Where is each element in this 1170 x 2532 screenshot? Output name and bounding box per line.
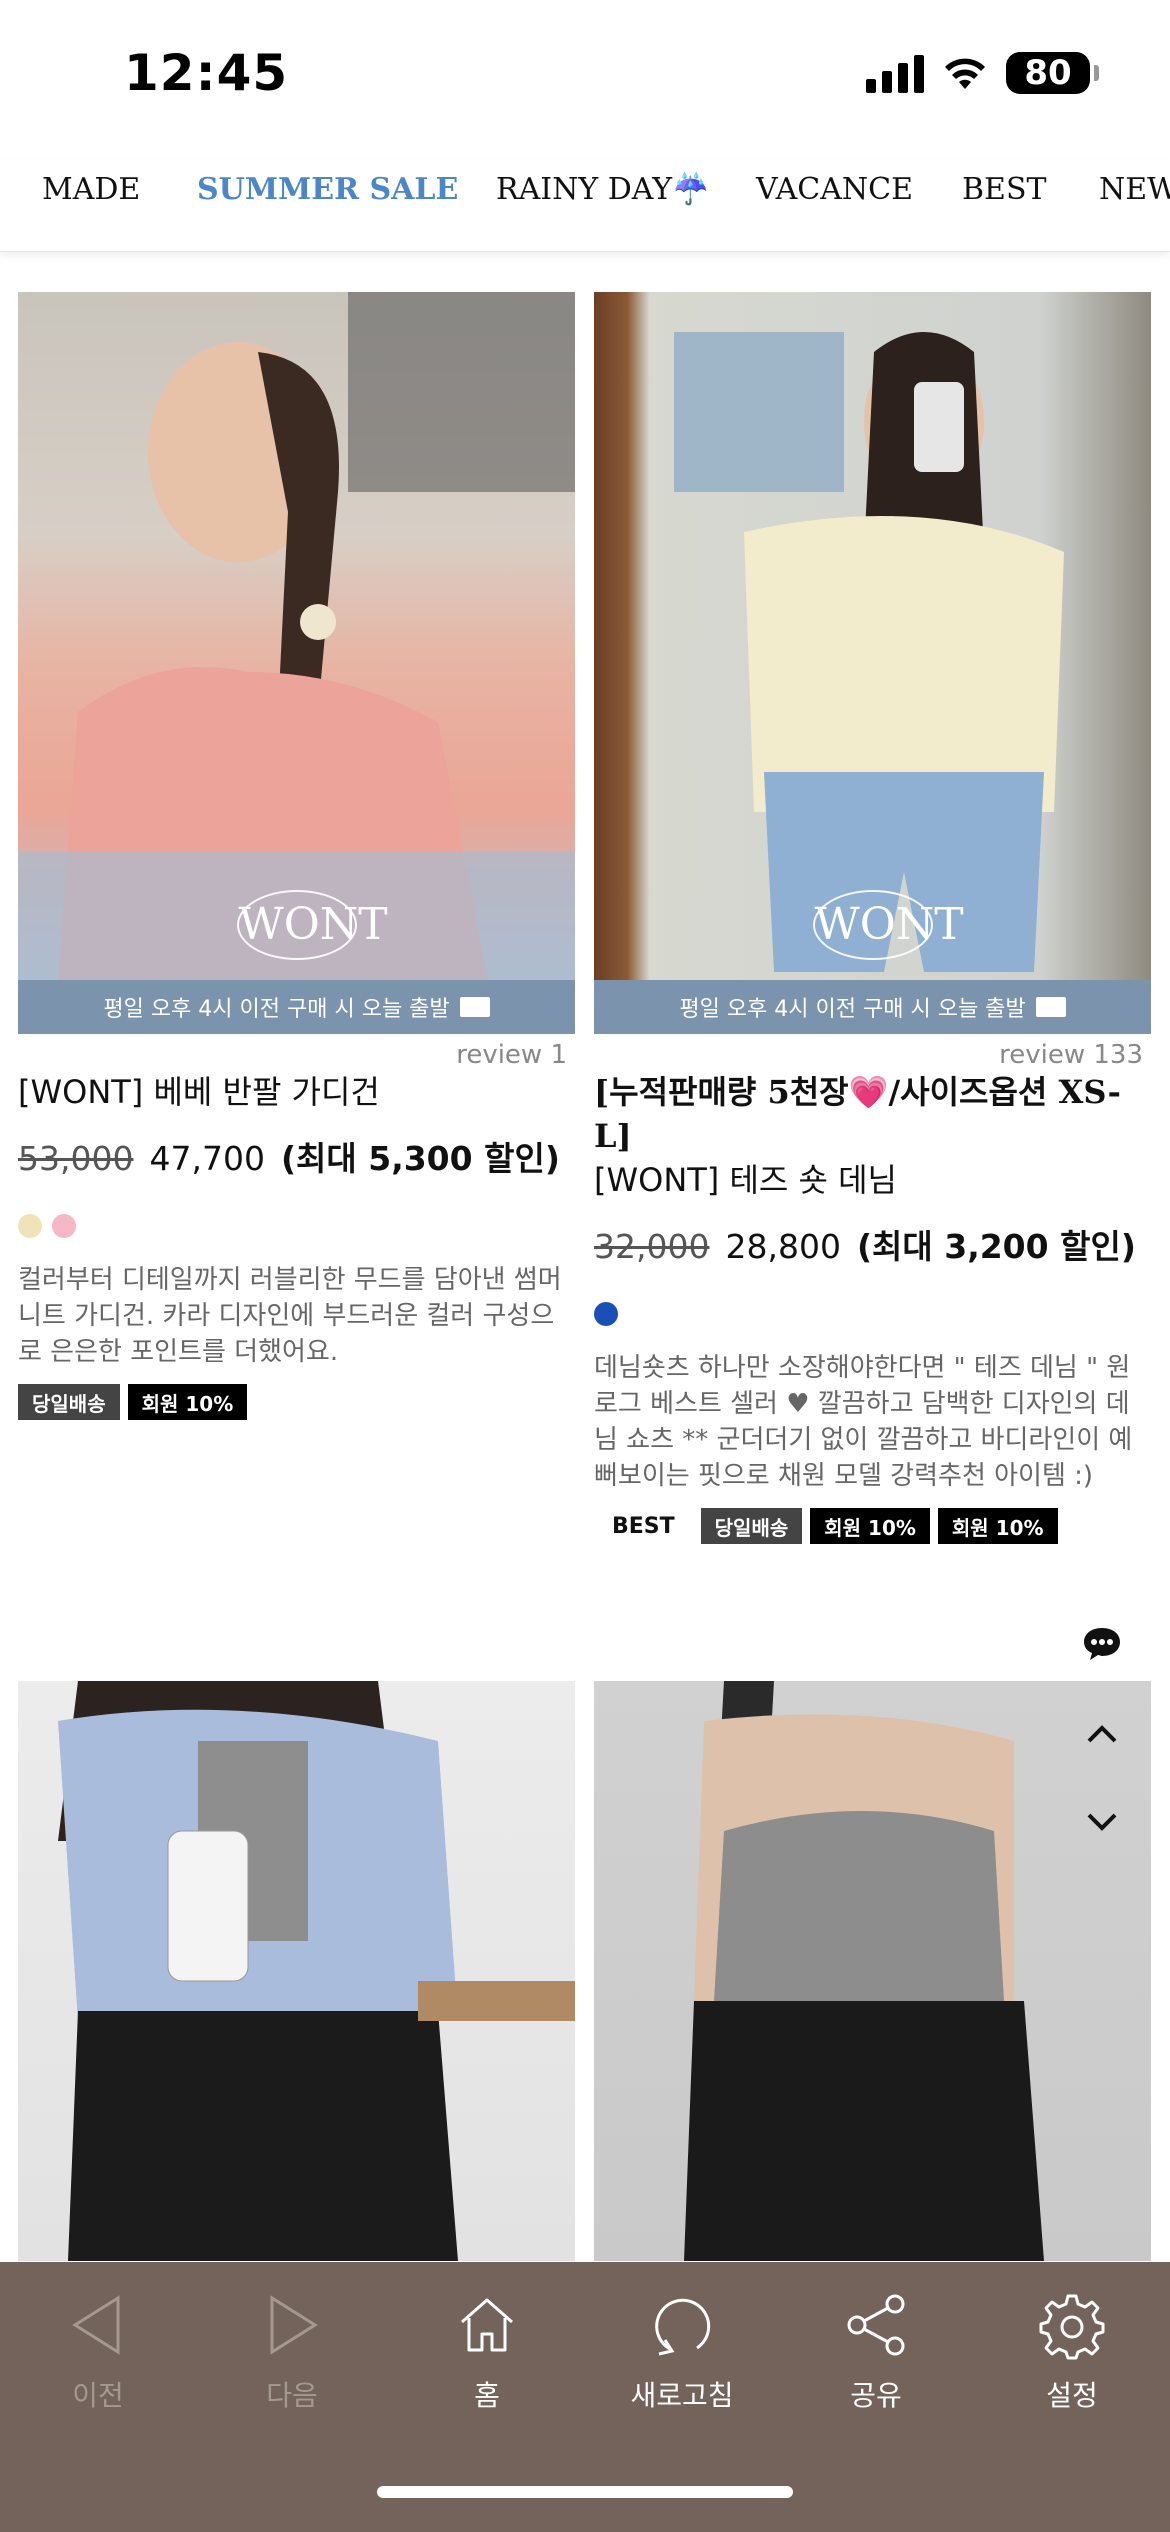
badge-member: 회원 10%: [127, 1384, 248, 1420]
status-bar: 12:45 80: [0, 0, 1170, 150]
badge-best: BEST: [594, 1508, 693, 1544]
price-row: 53,000 47,700 (최대 5,300 할인): [18, 1132, 575, 1180]
truck-icon: [459, 997, 490, 1017]
badge-row: 당일배송 회원 10%: [18, 1384, 575, 1420]
refresh-icon: [655, 2298, 711, 2356]
original-price: 53,000: [18, 1139, 134, 1178]
nav-item-vacance[interactable]: VACANCE: [756, 172, 913, 207]
back-triangle-icon: [72, 2295, 120, 2355]
model-photo-illustration: [684, 1681, 1044, 2261]
nav-item-rainy-day-label: RAINY DAY: [496, 172, 673, 207]
forward-label: 다음: [266, 2379, 318, 2412]
shipping-banner: 평일 오후 4시 이전 구매 시 오늘 출발: [18, 980, 575, 1034]
color-swatch: [594, 1302, 618, 1326]
nav-item-best[interactable]: BEST: [962, 172, 1047, 207]
product-title[interactable]: [WONT] 베베 반팔 가디건: [18, 1070, 575, 1114]
product-title[interactable]: [WONT] 테즈 숏 데님: [594, 1158, 1151, 1202]
product-image[interactable]: [594, 1681, 1151, 2261]
badge-same-day: 당일배송: [18, 1384, 120, 1420]
category-nav[interactable]: MADE SUMMER SALE RAINY DAY☔ VACANCE BEST…: [0, 160, 1170, 252]
discount-text: (최대 3,200 할인): [856, 1227, 1136, 1266]
gear-icon: [1039, 2294, 1105, 2360]
chat-icon[interactable]: [1080, 1622, 1124, 1666]
settings-button[interactable]: 설정: [1002, 2290, 1142, 2414]
nav-item-summer-sale[interactable]: SUMMER SALE: [197, 172, 458, 207]
product-image[interactable]: [18, 1681, 575, 2261]
settings-label: 설정: [1046, 2379, 1098, 2412]
color-swatches: [594, 1302, 1151, 1326]
brand-watermark: WONT: [236, 890, 388, 960]
product-card[interactable]: WONT 평일 오후 4시 이전 구매 시 오늘 출발 review 1 [WO…: [18, 292, 575, 1420]
discount-text: (최대 5,300 할인): [280, 1139, 560, 1178]
product-card[interactable]: [18, 1681, 575, 2261]
product-headline[interactable]: [누적판매량 5천장💗/사이즈옵션 XS-L]: [594, 1070, 1151, 1158]
share-label: 공유: [850, 2379, 902, 2412]
status-icons: 80: [866, 52, 1099, 94]
price-row: 32,000 28,800 (최대 3,200 할인): [594, 1220, 1151, 1268]
model-photo-illustration: [18, 292, 575, 980]
product-description: 데님숏츠 하나만 소장해야한다면 " 테즈 데님 " 원로그 베스트 셀러 ♥ …: [594, 1353, 1133, 1491]
forward-button[interactable]: 다음: [222, 2290, 362, 2414]
product-image[interactable]: WONT: [18, 292, 575, 980]
product-card[interactable]: WONT 평일 오후 4시 이전 구매 시 오늘 출발 review 133 […: [594, 292, 1151, 1544]
review-count[interactable]: review 133: [594, 1040, 1151, 1070]
shipping-banner-text: 평일 오후 4시 이전 구매 시 오늘 출발: [679, 997, 1026, 1022]
scroll-up-icon[interactable]: [1080, 1712, 1124, 1756]
home-icon: [461, 2298, 513, 2352]
badge-member: 회원 10%: [810, 1508, 930, 1544]
review-count[interactable]: review 1: [18, 1040, 575, 1070]
status-time: 12:45: [124, 44, 289, 102]
model-photo-illustration: [58, 1681, 575, 2261]
home-button[interactable]: 홈: [417, 2290, 557, 2414]
badge-same-day: 당일배송: [700, 1508, 803, 1544]
cellular-signal-icon: [866, 53, 924, 93]
forward-triangle-icon: [270, 2295, 318, 2355]
nav-item-new[interactable]: NEW: [1099, 172, 1170, 207]
back-button[interactable]: 이전: [28, 2290, 168, 2414]
scroll-down-icon[interactable]: [1080, 1800, 1124, 1844]
battery-icon: 80: [1006, 52, 1099, 94]
back-label: 이전: [72, 2379, 124, 2412]
umbrella-icon: ☔: [672, 172, 710, 207]
home-label: 홈: [474, 2379, 500, 2412]
refresh-label: 새로고침: [630, 2379, 734, 2412]
truck-icon: [1035, 997, 1066, 1017]
share-icon: [847, 2294, 905, 2356]
color-swatch: [52, 1214, 76, 1238]
nav-item-rainy-day[interactable]: RAINY DAY☔: [496, 172, 709, 207]
battery-level: 80: [1024, 53, 1072, 93]
nav-item-made[interactable]: MADE: [42, 172, 140, 207]
brand-watermark: WONT: [812, 890, 964, 960]
original-price: 32,000: [594, 1227, 710, 1266]
refresh-button[interactable]: 새로고침: [612, 2290, 752, 2414]
share-button[interactable]: 공유: [806, 2290, 946, 2414]
badge-row: BEST 당일배송 회원 10% 회원 10%: [594, 1508, 1151, 1544]
home-indicator[interactable]: [377, 2486, 793, 2498]
wifi-icon: [945, 58, 985, 89]
sale-price: 28,800: [725, 1227, 841, 1266]
shipping-banner-text: 평일 오후 4시 이전 구매 시 오늘 출발: [103, 997, 450, 1022]
product-description: 컬러부터 디테일까지 러블리한 무드를 담아낸 썸머 니트 가디건. 카라 디자…: [18, 1265, 562, 1367]
badge-member: 회원 10%: [937, 1508, 1058, 1544]
product-card[interactable]: [594, 1681, 1151, 2261]
sale-price: 47,700: [149, 1139, 265, 1178]
color-swatches: [18, 1214, 575, 1238]
color-swatch: [18, 1214, 42, 1238]
model-photo-illustration: [674, 332, 1064, 972]
product-image[interactable]: WONT: [594, 292, 1151, 980]
shipping-banner: 평일 오후 4시 이전 구매 시 오늘 출발: [594, 980, 1151, 1034]
